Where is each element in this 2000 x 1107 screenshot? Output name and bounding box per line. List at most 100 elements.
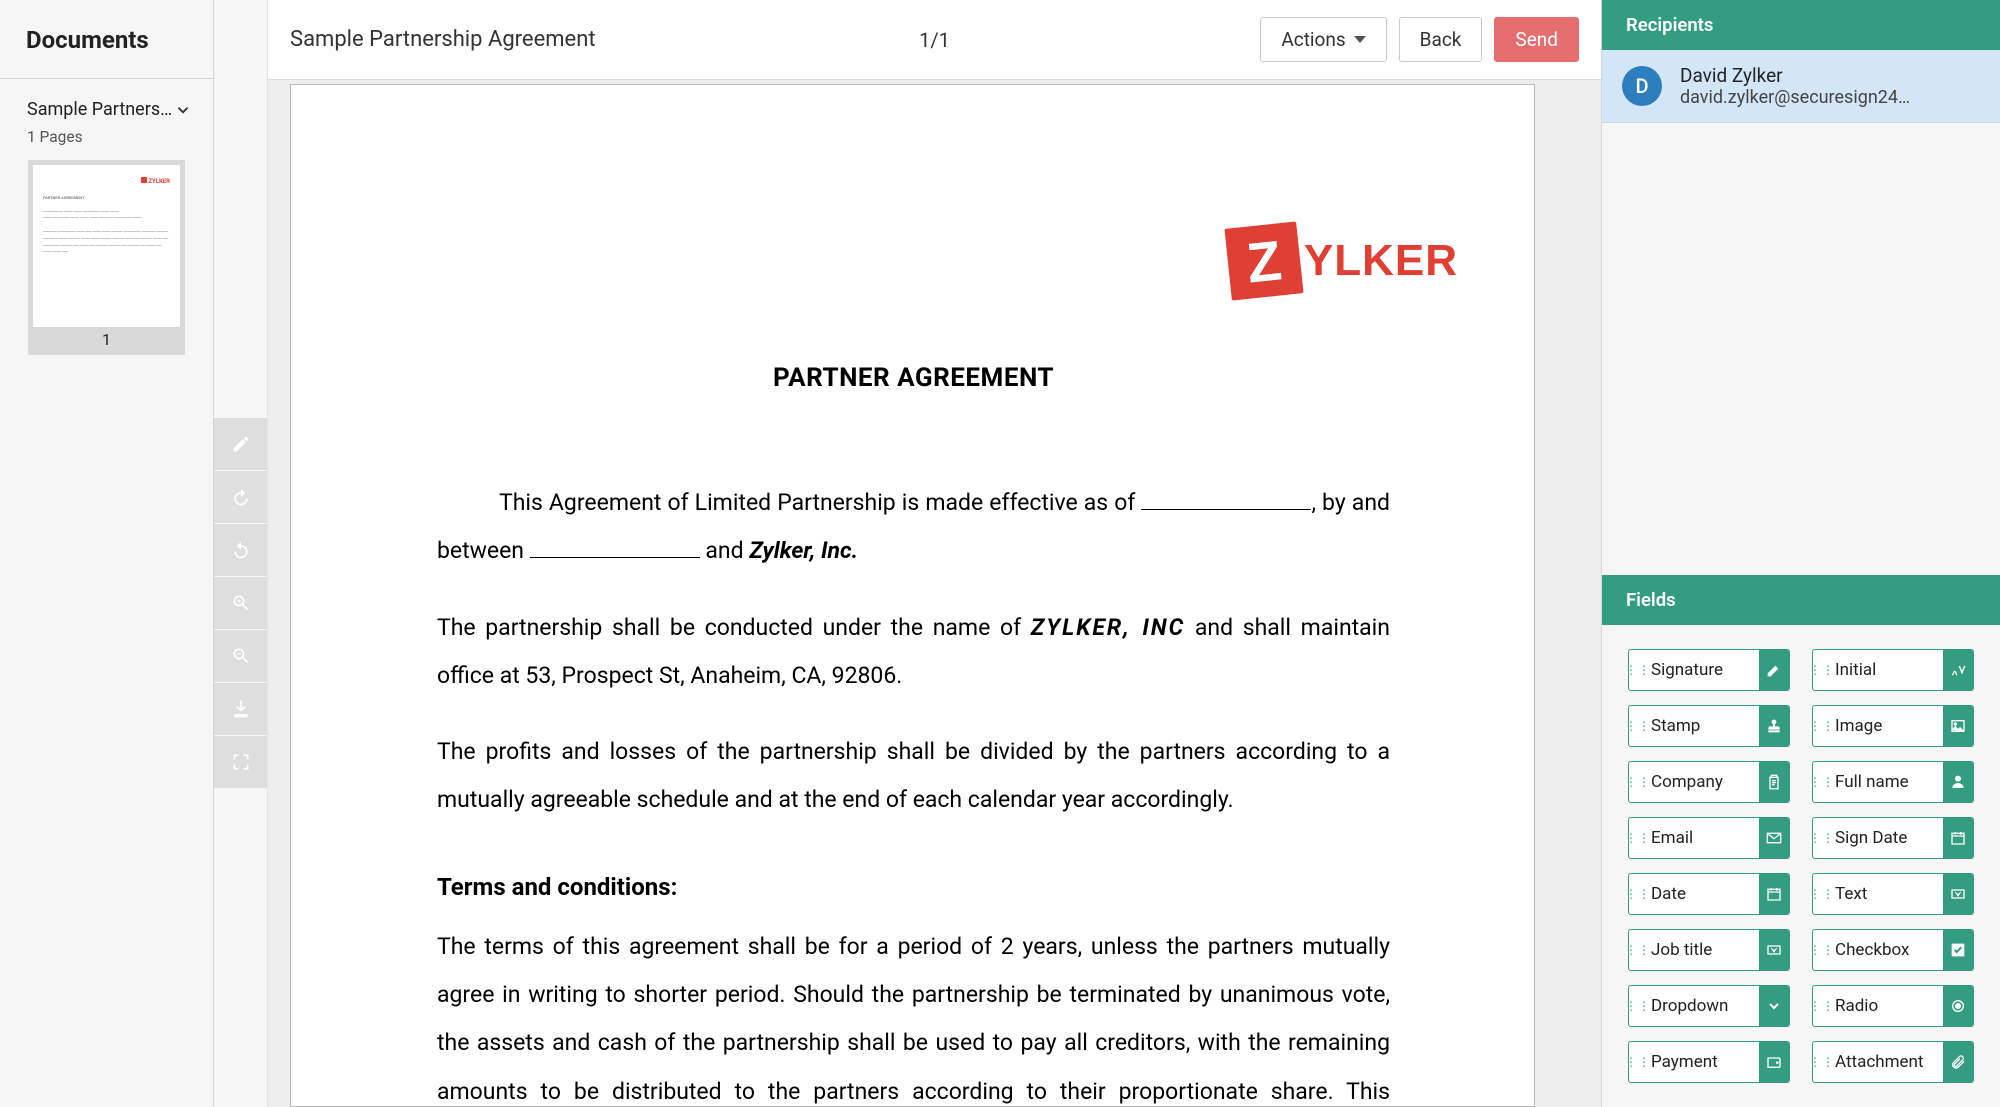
chevron-down-icon bbox=[173, 100, 193, 120]
field-checkbox[interactable]: ⋮⋮ Checkbox bbox=[1812, 929, 1974, 971]
clip-icon bbox=[1943, 1042, 1973, 1082]
field-sign-date[interactable]: ⋮⋮ Sign Date bbox=[1812, 817, 1974, 859]
page-thumbnail[interactable]: ZYLKER PARTNER AGREEMENT ─────── ─── ───… bbox=[28, 160, 185, 355]
drag-grip-icon: ⋮⋮ bbox=[1629, 943, 1647, 957]
drag-grip-icon: ⋮⋮ bbox=[1813, 775, 1831, 789]
field-label: Dropdown bbox=[1647, 996, 1759, 1016]
drag-grip-icon: ⋮⋮ bbox=[1813, 719, 1831, 733]
doc-paragraph-1: This Agreement of Limited Partnership is… bbox=[437, 479, 1390, 576]
sidebar-header: Documents bbox=[0, 0, 213, 79]
field-dropdown[interactable]: ⋮⋮ Dropdown bbox=[1628, 985, 1790, 1027]
field-attachment[interactable]: ⋮⋮ Attachment bbox=[1812, 1041, 1974, 1083]
send-button[interactable]: Send bbox=[1494, 17, 1579, 62]
field-label: Full name bbox=[1831, 772, 1943, 792]
field-email[interactable]: ⋮⋮ Email bbox=[1628, 817, 1790, 859]
document-page[interactable]: Z YLKER PARTNER AGREEMENT This Agreement… bbox=[290, 84, 1535, 1107]
field-company[interactable]: ⋮⋮ Company bbox=[1628, 761, 1790, 803]
field-label: Email bbox=[1647, 828, 1759, 848]
field-label: Checkbox bbox=[1831, 940, 1943, 960]
document-heading: PARTNER AGREEMENT bbox=[437, 363, 1390, 393]
top-bar: Sample Partnership Agreement 1/1 Actions… bbox=[268, 0, 1601, 80]
drag-grip-icon: ⋮⋮ bbox=[1629, 663, 1647, 677]
dropdown-caret-icon bbox=[1354, 36, 1366, 43]
field-label: Signature bbox=[1647, 660, 1759, 680]
drag-grip-icon: ⋮⋮ bbox=[1629, 887, 1647, 901]
right-sidebar: Recipients D David Zylker david.zylker@s… bbox=[1602, 0, 2000, 1107]
field-label: Payment bbox=[1647, 1052, 1759, 1072]
thumbnail-page-number: 1 bbox=[28, 330, 185, 349]
edit-tool[interactable] bbox=[214, 418, 267, 470]
terms-heading: Terms and conditions: bbox=[437, 873, 1390, 901]
document-title: Sample Partnership Agreement bbox=[290, 27, 596, 52]
field-signature[interactable]: ⋮⋮ Signature bbox=[1628, 649, 1790, 691]
field-job-title[interactable]: ⋮⋮ Job title bbox=[1628, 929, 1790, 971]
field-label: Text bbox=[1831, 884, 1943, 904]
download-tool[interactable] bbox=[214, 683, 267, 735]
drag-grip-icon: ⋮⋮ bbox=[1629, 999, 1647, 1013]
field-payment[interactable]: ⋮⋮ Payment bbox=[1628, 1041, 1790, 1083]
document-name: Sample Partners… bbox=[27, 99, 173, 120]
radio-icon bbox=[1943, 986, 1973, 1026]
field-radio[interactable]: ⋮⋮ Radio bbox=[1812, 985, 1974, 1027]
field-label: Radio bbox=[1831, 996, 1943, 1016]
zoom-in-tool[interactable] bbox=[214, 577, 267, 629]
drag-grip-icon: ⋮⋮ bbox=[1629, 1055, 1647, 1069]
pen-icon bbox=[1759, 650, 1789, 690]
field-text[interactable]: ⋮⋮ Text bbox=[1812, 873, 1974, 915]
textbox-icon bbox=[1759, 930, 1789, 970]
clipboard-icon bbox=[1759, 762, 1789, 802]
company-logo: Z YLKER bbox=[1228, 225, 1458, 297]
page-indicator: 1/1 bbox=[919, 28, 950, 52]
drag-grip-icon: ⋮⋮ bbox=[1629, 719, 1647, 733]
textbox-icon bbox=[1943, 874, 1973, 914]
stamp-icon bbox=[1759, 706, 1789, 746]
doc-paragraph-2: The partnership shall be conducted under… bbox=[437, 604, 1390, 701]
drag-grip-icon: ⋮⋮ bbox=[1813, 1055, 1831, 1069]
field-image[interactable]: ⋮⋮ Image bbox=[1812, 705, 1974, 747]
fullscreen-tool[interactable] bbox=[214, 736, 267, 788]
actions-button[interactable]: Actions bbox=[1260, 17, 1386, 62]
recipient-name: David Zylker bbox=[1680, 64, 1910, 87]
drag-grip-icon: ⋮⋮ bbox=[1813, 887, 1831, 901]
field-label: Initial bbox=[1831, 660, 1943, 680]
doc-paragraph-4: The terms of this agreement shall be for… bbox=[437, 923, 1390, 1107]
vertical-toolstrip bbox=[214, 0, 268, 1107]
fields-grid: ⋮⋮ Signature ⋮⋮ Initial ⋮⋮ Stamp ⋮⋮ Imag… bbox=[1602, 625, 2000, 1107]
initial-icon bbox=[1943, 650, 1973, 690]
avatar: D bbox=[1622, 66, 1662, 106]
wallet-icon bbox=[1759, 1042, 1789, 1082]
recipient-row[interactable]: D David Zylker david.zylker@securesign24… bbox=[1602, 50, 2000, 123]
recipient-email: david.zylker@securesign24… bbox=[1680, 87, 1910, 108]
pages-count: 1 Pages bbox=[0, 128, 213, 160]
field-label: Image bbox=[1831, 716, 1943, 736]
field-label: Attachment bbox=[1831, 1052, 1943, 1072]
drag-grip-icon: ⋮⋮ bbox=[1629, 831, 1647, 845]
field-initial[interactable]: ⋮⋮ Initial bbox=[1812, 649, 1974, 691]
calendar-icon bbox=[1943, 818, 1973, 858]
rotate-right-tool[interactable] bbox=[214, 471, 267, 523]
doc-paragraph-3: The profits and losses of the partnershi… bbox=[437, 728, 1390, 825]
drag-grip-icon: ⋮⋮ bbox=[1813, 663, 1831, 677]
person-icon bbox=[1943, 762, 1973, 802]
rotate-left-tool[interactable] bbox=[214, 524, 267, 576]
documents-sidebar: Documents Sample Partners… 1 Pages ZYLKE… bbox=[0, 0, 214, 1107]
field-label: Date bbox=[1647, 884, 1759, 904]
zoom-out-tool[interactable] bbox=[214, 630, 267, 682]
checkbox-icon bbox=[1943, 930, 1973, 970]
drag-grip-icon: ⋮⋮ bbox=[1813, 943, 1831, 957]
field-date[interactable]: ⋮⋮ Date bbox=[1628, 873, 1790, 915]
field-stamp[interactable]: ⋮⋮ Stamp bbox=[1628, 705, 1790, 747]
chevron-icon bbox=[1759, 986, 1789, 1026]
drag-grip-icon: ⋮⋮ bbox=[1813, 999, 1831, 1013]
recipients-header: Recipients bbox=[1602, 0, 2000, 50]
document-area: Sample Partnership Agreement 1/1 Actions… bbox=[268, 0, 1602, 1107]
field-label: Company bbox=[1647, 772, 1759, 792]
image-icon bbox=[1943, 706, 1973, 746]
calendar-icon bbox=[1759, 874, 1789, 914]
envelope-icon bbox=[1759, 818, 1789, 858]
field-label: Job title bbox=[1647, 940, 1759, 960]
field-full-name[interactable]: ⋮⋮ Full name bbox=[1812, 761, 1974, 803]
document-selector[interactable]: Sample Partners… bbox=[0, 79, 213, 128]
fields-header: Fields bbox=[1602, 575, 2000, 625]
back-button[interactable]: Back bbox=[1399, 17, 1483, 62]
